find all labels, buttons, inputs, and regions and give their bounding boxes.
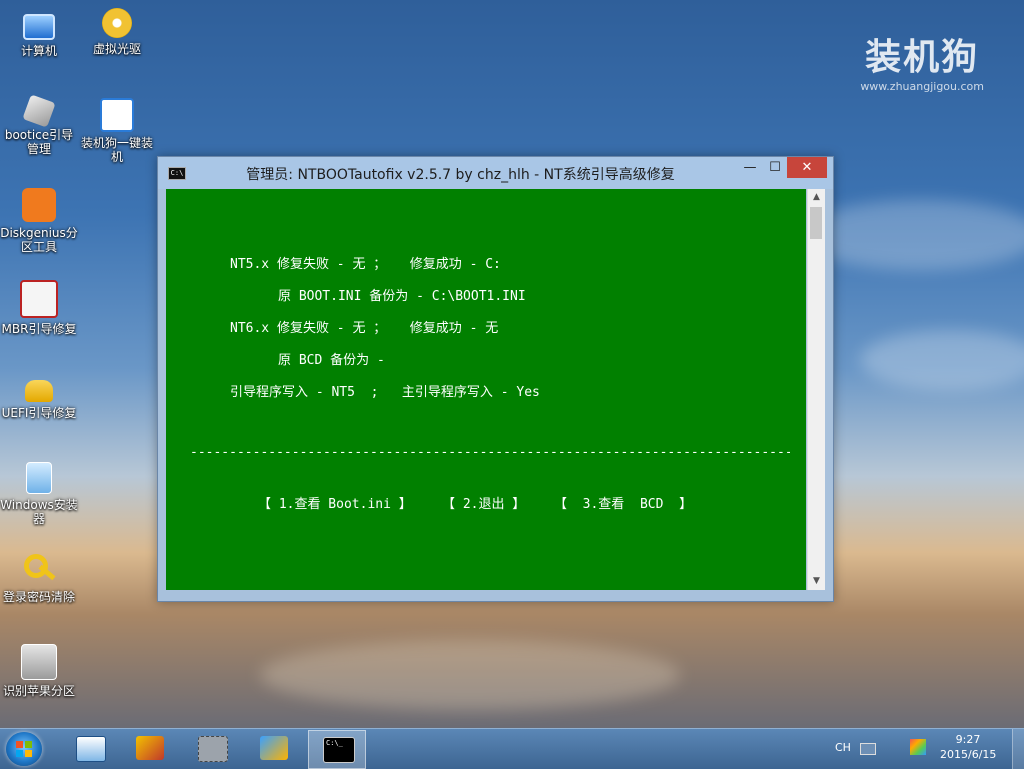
console-divider: ----------------------------------------… [190,445,790,460]
console-line-nt5: NT5.x 修复失败 - 无 ； 修复成功 - C: [230,257,501,272]
desktop-icon-label: Diskgenius分区工具 [0,226,78,254]
uefi-icon [25,380,53,402]
desktop-icon-label: 识别苹果分区 [2,684,75,698]
show-desktop-button[interactable] [1012,729,1024,769]
clock-time: 9:27 [955,733,981,746]
console-icon[interactable]: C:\ [168,167,186,180]
console-output[interactable]: NT5.x 修复失败 - 无 ； 修复成功 - C: 原 BOOT.INI 备份… [166,189,806,590]
taskbar-app-tool[interactable] [122,730,178,767]
desktop-icon-zhuangjigou[interactable]: 装机狗一键装机 [78,98,156,164]
bootice-icon [22,94,56,128]
watermark-logo: 装机狗 www.zhuangjigou.com [860,28,984,93]
vertical-scrollbar[interactable]: ▲ ▼ [807,189,825,590]
diskgenius-icon [22,188,56,222]
watermark-url: www.zhuangjigou.com [860,80,984,93]
puzzle-icon [260,736,288,760]
desktop-icon-windows-installer[interactable]: Windows安装器 [0,462,78,526]
desktop-icon-mbr-repair[interactable]: MBR引导修复 [0,280,78,336]
desktop-icon-label: 登录密码清除 [2,590,75,604]
windows-installer-icon [26,462,52,494]
taskbar-app-explorer[interactable] [62,730,118,767]
network-icon[interactable] [910,739,926,755]
scroll-down-arrow-icon[interactable]: ▼ [808,573,825,590]
console-line-bootloader: 引导程序写入 - NT5 ; 主引导程序写入 - Yes [230,385,540,400]
window-titlebar[interactable]: C:\ 管理员: NTBOOTautofix v2.5.7 by chz_hlh… [158,157,833,189]
taskbar: C:\_ CH 9:27 2015/6/15 [0,728,1024,769]
hard-drive-icon [21,644,57,680]
cmd-icon: C:\_ [323,737,355,763]
taskbar-app-console[interactable]: C:\_ [308,730,366,769]
taskbar-app-hardware[interactable] [184,730,240,767]
desktop-icon-label: 计算机 [20,44,57,58]
desktop-icon-diskgenius[interactable]: Diskgenius分区工具 [0,188,78,254]
menu-exit[interactable]: 【 2.退出 】 [442,493,525,512]
computer-icon [23,14,55,40]
scroll-thumb[interactable] [810,207,822,239]
first-aid-icon [20,280,58,318]
language-indicator[interactable]: CH [835,741,851,754]
desktop-icon-virtual-drive[interactable]: 虚拟光驱 [78,8,156,56]
start-button[interactable] [6,732,42,766]
console-line-nt6: NT6.x 修复失败 - 无 ； 修复成功 - 无 [230,321,499,336]
desktop-icon-apple-partition[interactable]: 识别苹果分区 [0,644,78,698]
windows-logo-icon [16,741,32,757]
desktop-icon-bootice[interactable]: bootice引导管理 [0,94,78,156]
key-icon [22,552,56,586]
desktop-icon-label: MBR引导修复 [1,322,77,336]
cloud [860,330,1024,390]
minimize-button[interactable]: — [737,157,763,178]
maximize-button[interactable]: ☐ [762,157,788,178]
close-button[interactable]: ✕ [787,157,827,178]
desktop-icon-label: 装机狗一键装机 [80,136,153,164]
desktop-icon-label: Windows安装器 [0,498,78,526]
explorer-icon [76,736,106,762]
system-clock[interactable]: 9:27 2015/6/15 [940,732,996,762]
desktop-icon-computer[interactable]: 计算机 [0,8,78,58]
desktop-icon-password-clear[interactable]: 登录密码清除 [0,552,78,604]
keyboard-icon[interactable] [860,743,876,755]
clock-date: 2015/6/15 [940,748,997,761]
scroll-up-arrow-icon[interactable]: ▲ [808,189,825,206]
memory-chip-icon [198,736,228,762]
menu-view-bootini[interactable]: 【 1.查看 Boot.ini 】 [258,493,412,512]
console-line-bootini-backup: 原 BOOT.INI 备份为 - C:\BOOT1.INI [278,289,526,304]
console-window[interactable]: C:\ 管理员: NTBOOTautofix v2.5.7 by chz_hlh… [157,156,834,602]
desktop-icon-label: UEFI引导修复 [1,406,77,420]
cloud [260,640,680,710]
taskbar-app-puzzle[interactable] [246,730,302,767]
desktop-icon-uefi-repair[interactable]: UEFI引导修复 [0,372,78,420]
desktop-icon-label: bootice引导管理 [4,128,74,156]
window-title: 管理员: NTBOOTautofix v2.5.7 by chz_hlh - N… [246,167,675,183]
paint-brush-icon [136,736,164,760]
console-line-bcd-backup: 原 BCD 备份为 - [278,353,385,368]
watermark-brand: 装机狗 [865,37,980,78]
dvd-icon [102,8,132,38]
menu-view-bcd[interactable]: 【 3.查看 BCD 】 [554,493,692,512]
desktop-icon-label: 虚拟光驱 [92,42,141,56]
zhuangjigou-icon [100,98,134,132]
